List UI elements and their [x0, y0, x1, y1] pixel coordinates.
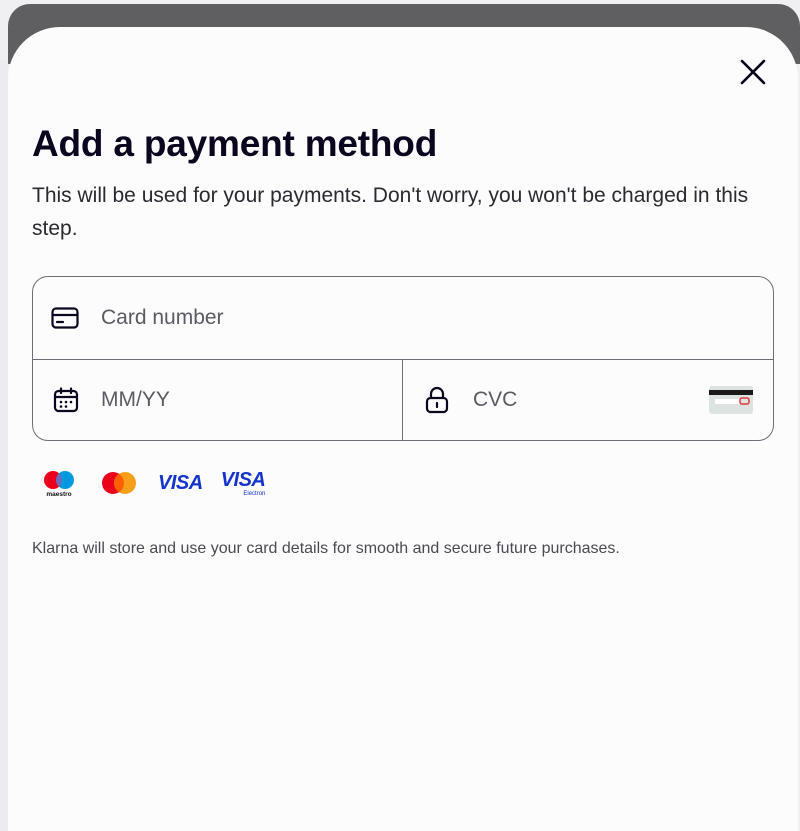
expiry-input[interactable]: [101, 388, 381, 412]
lock-icon: [423, 386, 451, 414]
mastercard-logo: [98, 468, 140, 498]
cvc-input[interactable]: [473, 388, 673, 412]
expiry-cvc-row: [33, 360, 773, 440]
storage-disclaimer: Klarna will store and use your card deta…: [32, 540, 620, 557]
card-back-cvc-icon: [709, 386, 753, 414]
dialog-title: Add a payment method: [32, 123, 438, 164]
close-button[interactable]: [734, 53, 772, 91]
backdrop-edge: [0, 60, 8, 831]
dialog-subtitle: This will be used for your payments. Don…: [32, 184, 749, 240]
visa-label: VISA: [158, 471, 203, 494]
credit-card-icon: [51, 304, 79, 332]
card-details-form: [32, 276, 774, 441]
maestro-logo: maestro: [38, 468, 80, 498]
card-number-input[interactable]: [101, 306, 741, 330]
cvc-cell: [403, 360, 773, 440]
visa-electron-label: VISA: [220, 468, 266, 491]
accepted-card-brands: maestro VISA VISA Electron: [38, 467, 283, 499]
calendar-icon: [52, 386, 80, 414]
close-icon: [740, 59, 766, 85]
visa-electron-caption: Electron: [243, 490, 266, 497]
visa-logo: VISA: [158, 472, 203, 495]
card-number-row: [33, 277, 773, 360]
expiry-cell: [33, 360, 403, 440]
visa-electron-logo: VISA Electron: [221, 470, 266, 497]
payment-method-dialog: Add a payment method This will be used f…: [8, 27, 798, 831]
svg-text:maestro: maestro: [46, 491, 71, 498]
